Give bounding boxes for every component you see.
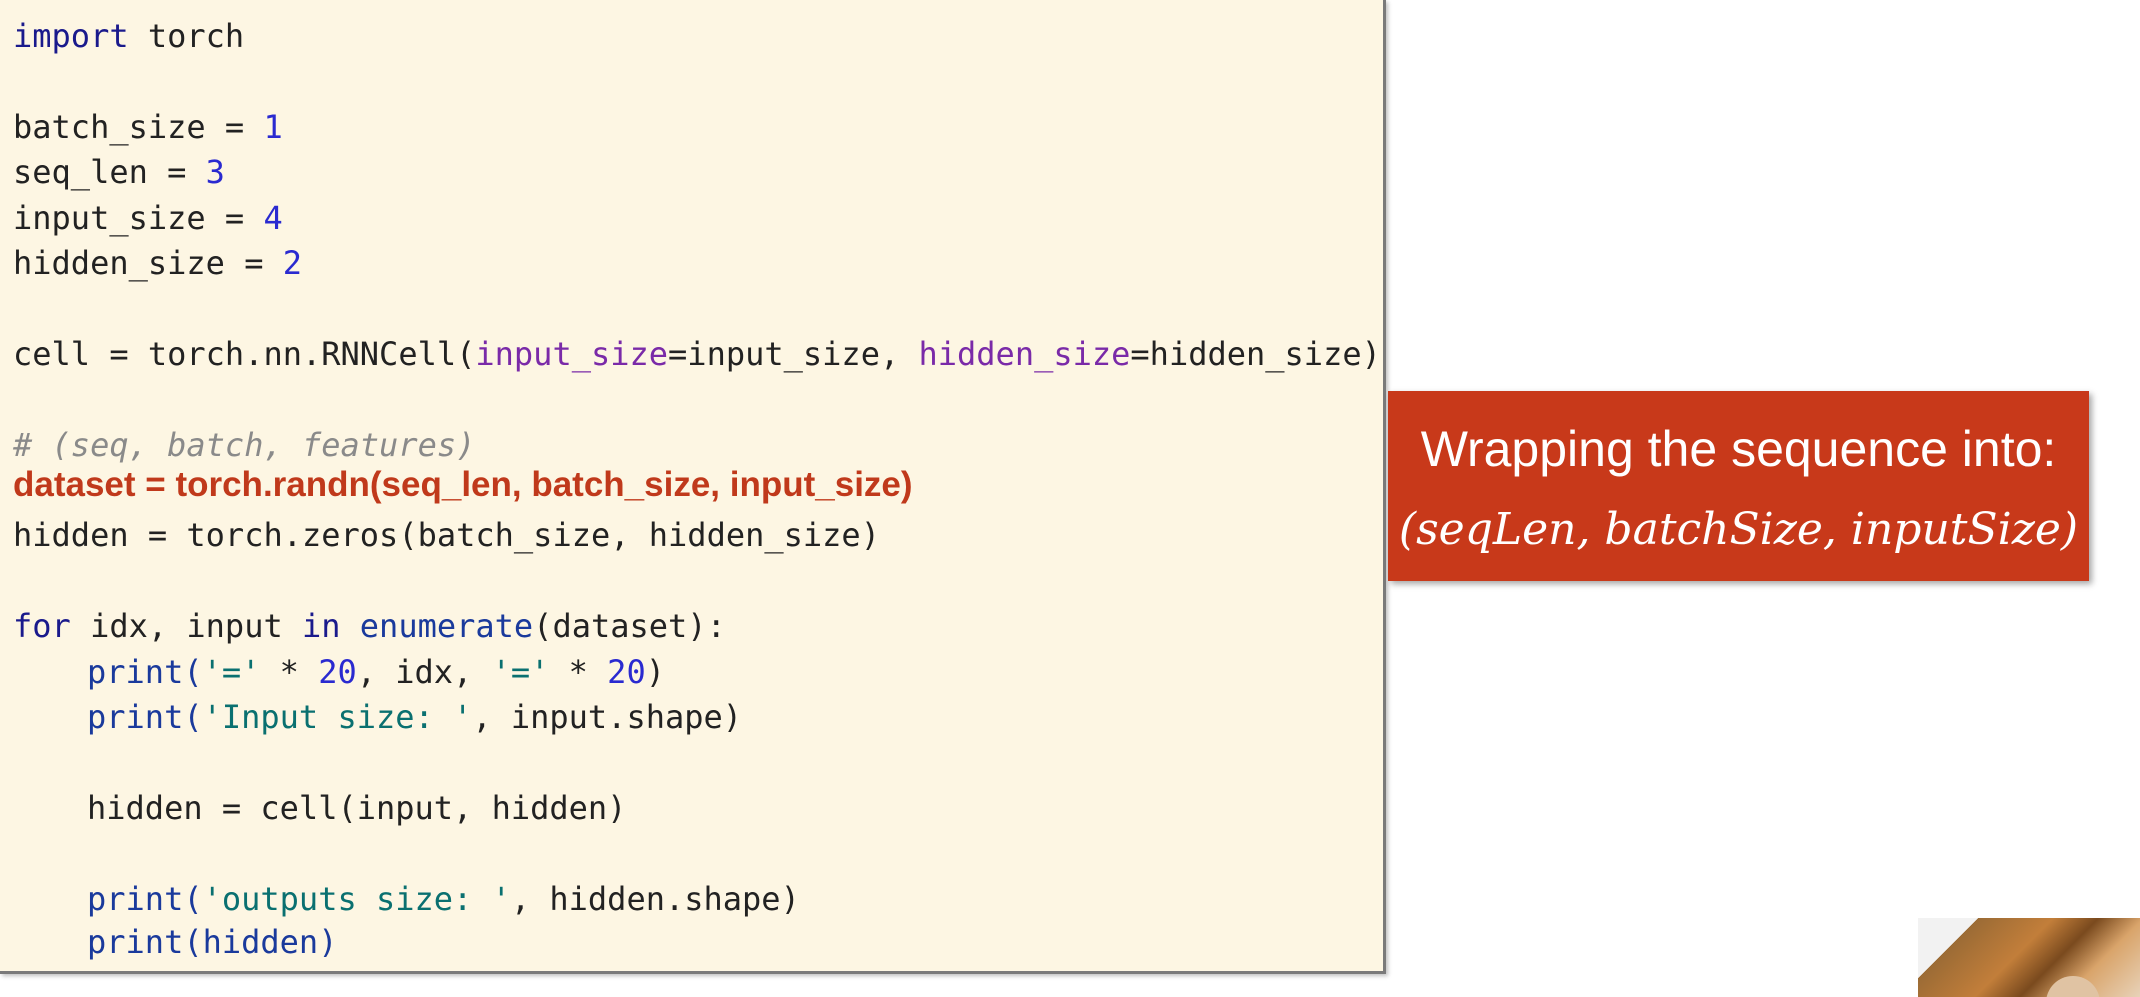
code-line-hidden-size: hidden_size = 2	[13, 244, 302, 282]
code-line-for-loop: for idx, input in enumerate(dataset):	[13, 607, 726, 645]
code-line-batch-size: batch_size = 1	[13, 108, 283, 146]
callout-box: Wrapping the sequence into: (seqLen, bat…	[1388, 391, 2089, 581]
code-line-cell: cell = torch.nn.RNNCell(input_size=input…	[13, 335, 1381, 373]
webcam-thumbnail	[1918, 918, 2140, 997]
code-line-print-separator: print('=' * 20, idx, '=' * 20)	[87, 653, 665, 691]
presenter-head	[2046, 976, 2100, 997]
code-line-import: import torch	[13, 17, 245, 55]
code-line-print-input-size: print('Input size: ', input.shape)	[87, 698, 743, 736]
callout-title: Wrapping the sequence into:	[1420, 421, 2057, 477]
code-line-dataset-highlighted: dataset = torch.randn(seq_len, batch_siz…	[13, 465, 913, 504]
code-comment: # (seq, batch, features)	[13, 426, 476, 464]
code-line-print-outputs-size: print('outputs size: ', hidden.shape)	[87, 880, 800, 918]
code-line-input-size: input_size = 4	[13, 199, 283, 237]
callout-formula: (seqLen, batchSize, inputSize)	[1398, 504, 2079, 555]
code-line-hidden-init: hidden = torch.zeros(batch_size, hidden_…	[13, 516, 880, 554]
code-line-print-hidden: print(hidden)	[87, 923, 338, 961]
code-line-cell-call: hidden = cell(input, hidden)	[87, 789, 627, 827]
code-line-seq-len: seq_len = 3	[13, 153, 225, 191]
code-panel: import torch batch_size = 1 seq_len = 3 …	[0, 0, 1386, 974]
